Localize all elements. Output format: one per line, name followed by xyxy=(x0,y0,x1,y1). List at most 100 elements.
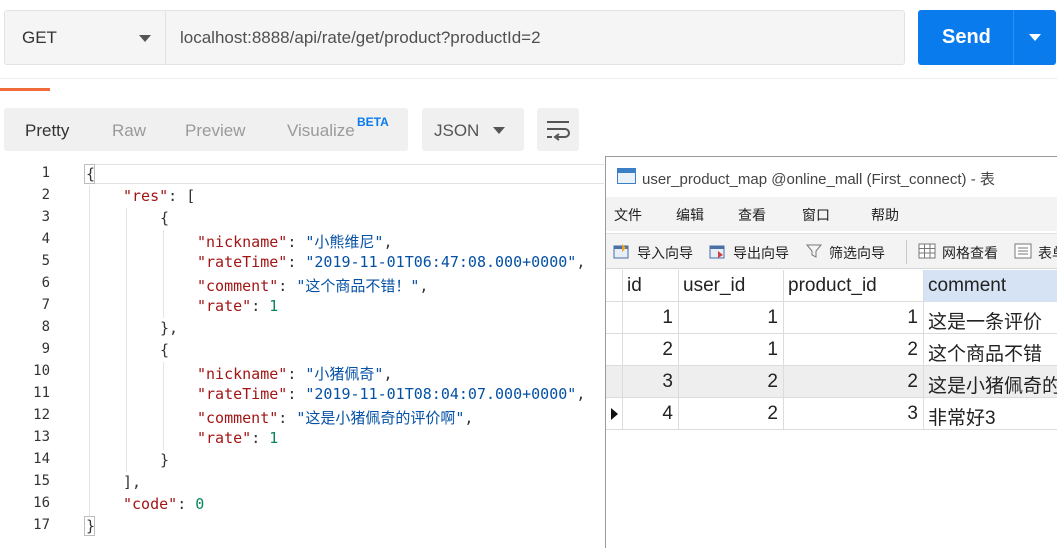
table-window: user_product_map @online_mall (First_con… xyxy=(605,156,1057,548)
current-line-highlight xyxy=(84,164,604,184)
menu-help[interactable]: 帮助 xyxy=(871,205,899,225)
tab-pretty[interactable]: Pretty xyxy=(25,121,69,141)
table-row[interactable]: 3 2 2 这是小猪佩奇的 xyxy=(606,366,1057,398)
cell-user-id[interactable]: 2 xyxy=(679,398,784,430)
tab-preview[interactable]: Preview xyxy=(185,121,245,141)
chevron-down-icon xyxy=(493,127,505,134)
cell-id[interactable]: 3 xyxy=(623,366,679,398)
json-punctuation: } xyxy=(160,451,170,469)
line-number: 10 xyxy=(33,363,50,379)
cell-product-id[interactable]: 3 xyxy=(784,398,924,430)
cell-id[interactable]: 1 xyxy=(623,302,679,334)
active-section-indicator xyxy=(0,88,50,91)
json-punctuation: : xyxy=(278,277,297,295)
menu-view[interactable]: 查看 xyxy=(738,205,766,225)
cell-user-id[interactable]: 1 xyxy=(679,302,784,334)
code-line: ], xyxy=(123,473,141,491)
json-punctuation: ], xyxy=(123,473,142,491)
toolbar-separator xyxy=(906,240,907,264)
table-row[interactable]: 1 1 1 这是一条评价 xyxy=(606,302,1057,334)
json-string: "2019-11-01T06:47:08.000+0000" xyxy=(305,253,577,271)
indent-guide xyxy=(89,186,90,516)
tab-visualize[interactable]: Visualize BETA xyxy=(287,115,389,141)
section-divider xyxy=(0,78,1057,79)
tab-raw[interactable]: Raw xyxy=(112,121,146,141)
json-punctuation: { xyxy=(160,209,170,227)
code-line: "rateTime": "2019-11-01T06:47:08.000+000… xyxy=(197,253,585,271)
row-marker-header xyxy=(606,270,623,302)
menu-window[interactable]: 窗口 xyxy=(802,205,830,225)
code-line: }, xyxy=(160,319,178,337)
code-line: "res": [ xyxy=(123,187,195,205)
row-marker-cell[interactable] xyxy=(606,302,623,334)
json-punctuation: } xyxy=(86,517,96,535)
json-punctuation: , xyxy=(383,233,393,251)
window-titlebar[interactable]: user_product_map @online_mall (First_con… xyxy=(606,157,1057,195)
json-punctuation: , xyxy=(419,277,429,295)
cell-comment[interactable]: 这是一条评价 xyxy=(924,302,1057,334)
current-row-arrow-icon xyxy=(611,408,618,420)
cell-user-id[interactable]: 2 xyxy=(679,366,784,398)
column-header-user-id[interactable]: user_id xyxy=(679,270,784,302)
cell-user-id[interactable]: 1 xyxy=(679,334,784,366)
line-number: 6 xyxy=(41,275,50,291)
json-key: "rateTime" xyxy=(197,385,288,403)
table-row[interactable]: 4 2 3 非常好3 xyxy=(606,398,1057,430)
tab-visualize-label: Visualize xyxy=(287,121,355,140)
json-key: "rate" xyxy=(197,429,252,447)
line-number: 2 xyxy=(41,187,50,203)
cell-product-id[interactable]: 1 xyxy=(784,302,924,334)
json-number: 0 xyxy=(195,495,205,513)
send-options-chevron-icon[interactable] xyxy=(1029,34,1041,41)
column-header-product-id[interactable]: product_id xyxy=(784,270,924,302)
table-row[interactable]: 2 1 2 这个商品不错 xyxy=(606,334,1057,366)
code-line: "rate": 1 xyxy=(197,429,278,447)
cell-comment[interactable]: 这是小猪佩奇的 xyxy=(924,366,1057,398)
json-punctuation: , xyxy=(576,253,586,271)
beta-badge: BETA xyxy=(357,115,389,129)
menu-edit[interactable]: 编辑 xyxy=(676,205,704,225)
export-wizard-label: 导出向导 xyxy=(733,245,789,261)
line-number: 12 xyxy=(33,407,50,423)
cell-comment[interactable]: 非常好3 xyxy=(924,398,1057,430)
cell-product-id[interactable]: 2 xyxy=(784,334,924,366)
chevron-down-icon xyxy=(139,35,151,42)
cell-comment[interactable]: 这个商品不错 xyxy=(924,334,1057,366)
column-header-comment[interactable]: comment xyxy=(924,270,1057,302)
code-line: } xyxy=(86,517,95,535)
cell-id[interactable]: 2 xyxy=(623,334,679,366)
url-input[interactable]: localhost:8888/api/rate/get/product?prod… xyxy=(165,10,905,65)
cell-id[interactable]: 4 xyxy=(623,398,679,430)
json-key: "code" xyxy=(123,495,178,513)
row-marker-cell[interactable] xyxy=(606,366,623,398)
send-button[interactable]: Send xyxy=(918,10,1056,65)
indent-guide xyxy=(126,208,127,472)
json-punctuation: : xyxy=(287,233,306,251)
menu-file[interactable]: 文件 xyxy=(614,205,642,225)
code-line: "comment": "这个商品不错！", xyxy=(197,275,428,296)
row-marker-cell[interactable] xyxy=(606,398,623,430)
row-marker-cell[interactable] xyxy=(606,334,623,366)
grid-view-icon xyxy=(918,243,936,259)
column-header-id[interactable]: id xyxy=(623,270,679,302)
json-key: "comment" xyxy=(197,409,279,427)
line-number: 3 xyxy=(41,209,50,225)
line-number: 5 xyxy=(41,253,50,269)
method-select[interactable]: GET xyxy=(4,10,165,65)
line-number: 8 xyxy=(41,319,50,335)
line-number: 13 xyxy=(33,429,50,445)
url-text: localhost:8888/api/rate/get/product?prod… xyxy=(180,28,541,47)
code-line: "rateTime": "2019-11-01T08:04:07.000+000… xyxy=(197,385,585,403)
indent-guide xyxy=(163,362,164,450)
line-number: 16 xyxy=(33,495,50,511)
code-line: { xyxy=(160,341,169,359)
json-punctuation: : xyxy=(287,365,306,383)
filter-wizard-icon xyxy=(805,244,823,258)
wrap-lines-button[interactable] xyxy=(537,108,579,151)
json-punctuation: , xyxy=(464,409,474,427)
cell-product-id[interactable]: 2 xyxy=(784,366,924,398)
grid-header: id user_id product_id comment xyxy=(606,270,1057,302)
format-select[interactable]: JSON xyxy=(422,108,524,151)
export-wizard-icon xyxy=(709,245,725,259)
code-line: { xyxy=(86,165,95,183)
